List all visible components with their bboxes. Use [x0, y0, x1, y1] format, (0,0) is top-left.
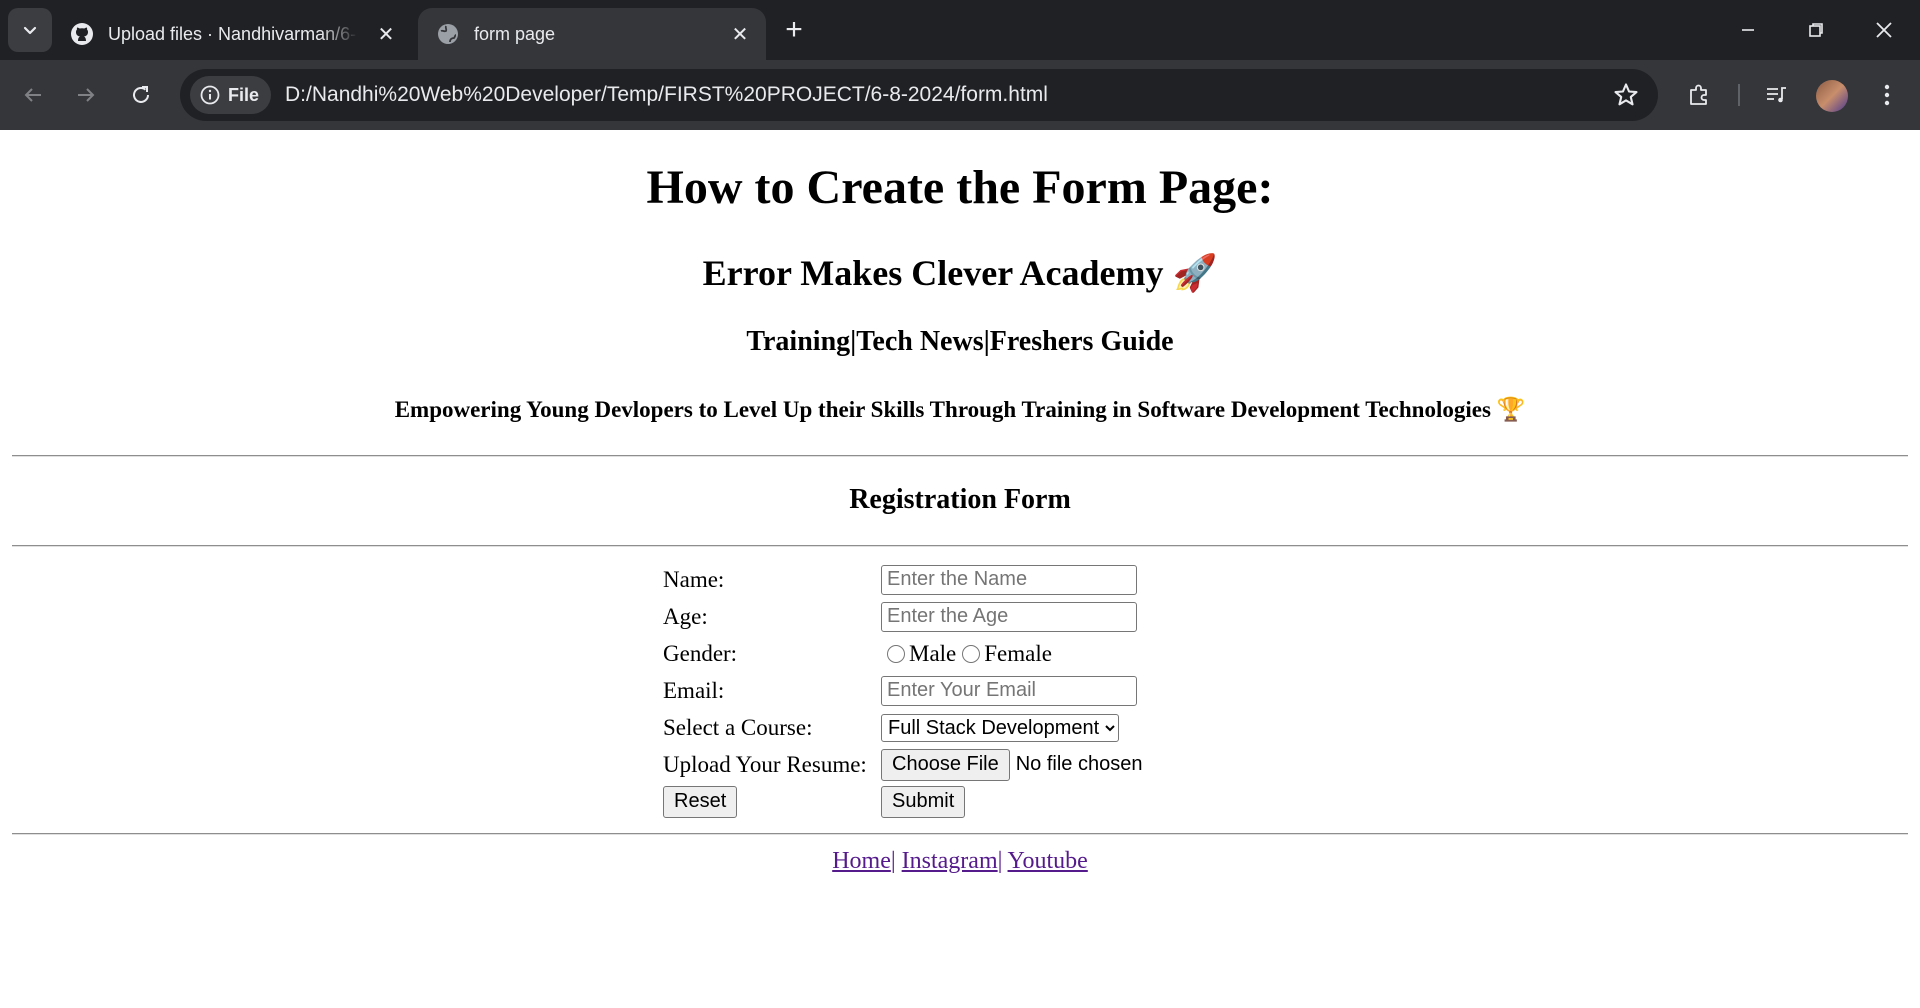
- reset-button[interactable]: Reset: [663, 785, 738, 818]
- chevron-down-icon: [23, 26, 37, 35]
- email-label: Email:: [663, 677, 725, 703]
- tab-form-page[interactable]: form page ✕: [418, 8, 766, 60]
- age-label: Age:: [663, 603, 708, 629]
- gender-radio-group: Male Female: [881, 641, 1142, 667]
- profile-avatar[interactable]: [1816, 80, 1848, 112]
- browser-tab-strip: Upload files · Nandhivarman/6- ✕ form pa…: [0, 0, 1920, 60]
- close-tab-icon[interactable]: ✕: [374, 22, 398, 46]
- github-icon: [70, 22, 94, 46]
- globe-icon: [436, 22, 460, 46]
- male-label: Male: [909, 640, 957, 666]
- tagline-heading: Training|Tech News|Freshers Guide: [746, 326, 1174, 357]
- email-input[interactable]: [881, 675, 1137, 706]
- male-radio[interactable]: [887, 644, 905, 663]
- form-row-actions: Reset Submit: [662, 784, 1143, 819]
- tab-title: form page: [474, 23, 556, 44]
- close-tab-icon[interactable]: ✕: [728, 22, 752, 46]
- instagram-link[interactable]: Instagram: [902, 848, 998, 874]
- form-row-name: Name:: [662, 562, 1143, 597]
- form-row-age: Age:: [662, 599, 1143, 634]
- address-bar[interactable]: File D:/Nandhi%20Web%20Developer/Temp/FI…: [180, 69, 1658, 121]
- reload-icon[interactable]: [121, 75, 161, 115]
- web-page: How to Create the Form Page: Error Makes…: [0, 130, 1920, 1008]
- tab-search-button[interactable]: [8, 8, 52, 52]
- course-select[interactable]: Full Stack Development: [881, 713, 1119, 742]
- file-chip-label: File: [228, 84, 260, 105]
- home-link[interactable]: Home: [832, 848, 891, 874]
- extensions-puzzle-icon[interactable]: [1680, 76, 1718, 114]
- link-separator: |: [997, 848, 1003, 874]
- female-label: Female: [984, 640, 1052, 666]
- more-menu-icon[interactable]: [1868, 76, 1906, 114]
- submit-button[interactable]: Submit: [881, 785, 966, 818]
- gender-label: Gender:: [663, 640, 738, 666]
- academy-heading: Error Makes Clever Academy 🚀: [702, 253, 1218, 293]
- toolbar-divider: [1738, 84, 1740, 106]
- minimize-icon[interactable]: [1728, 10, 1768, 50]
- tab-upload-files[interactable]: Upload files · Nandhivarman/6- ✕: [52, 8, 412, 60]
- file-status-text: No file chosen: [1015, 753, 1143, 775]
- tab-title: Upload files · Nandhivarman/6-: [108, 23, 357, 44]
- url-text[interactable]: D:/Nandhi%20Web%20Developer/Temp/FIRST%2…: [285, 83, 1048, 107]
- site-info-chip[interactable]: File: [190, 76, 272, 114]
- media-controls-icon[interactable]: [1758, 76, 1796, 114]
- restore-icon[interactable]: [1796, 10, 1836, 50]
- resume-label: Upload Your Resume:: [663, 751, 867, 777]
- form-row-resume: Upload Your Resume: Choose File No file …: [662, 747, 1143, 782]
- divider: [12, 833, 1908, 835]
- choose-file-button[interactable]: Choose File: [881, 748, 1010, 781]
- divider: [12, 455, 1908, 457]
- registration-form: Name: Age: Gender: Male Female Email: Se…: [660, 560, 1145, 821]
- link-separator: |: [890, 848, 896, 874]
- browser-toolbar: File D:/Nandhi%20Web%20Developer/Temp/FI…: [0, 60, 1920, 130]
- youtube-link[interactable]: Youtube: [1008, 848, 1088, 874]
- page-title: How to Create the Form Page:: [646, 161, 1274, 214]
- bookmark-star-icon[interactable]: [1612, 81, 1640, 109]
- mission-heading: Empowering Young Devlopers to Level Up t…: [394, 397, 1526, 422]
- female-radio[interactable]: [962, 644, 981, 663]
- back-arrow-icon[interactable]: [13, 75, 53, 115]
- name-input[interactable]: [881, 564, 1137, 595]
- resume-file-input: Choose File No file chosen: [881, 748, 1143, 781]
- form-row-email: Email:: [662, 673, 1143, 708]
- name-label: Name:: [663, 566, 725, 592]
- age-input[interactable]: [881, 601, 1137, 632]
- form-title: Registration Form: [849, 484, 1071, 515]
- divider: [12, 545, 1908, 547]
- close-window-icon[interactable]: [1864, 10, 1904, 50]
- forward-arrow-icon[interactable]: [66, 75, 106, 115]
- new-tab-icon[interactable]: +: [778, 13, 810, 46]
- form-row-course: Select a Course: Full Stack Development: [662, 710, 1143, 745]
- info-icon: [200, 85, 220, 105]
- footer-links: Home| Instagram| Youtube: [0, 848, 1920, 875]
- form-row-gender: Gender: Male Female: [662, 636, 1143, 671]
- course-label: Select a Course:: [663, 714, 813, 740]
